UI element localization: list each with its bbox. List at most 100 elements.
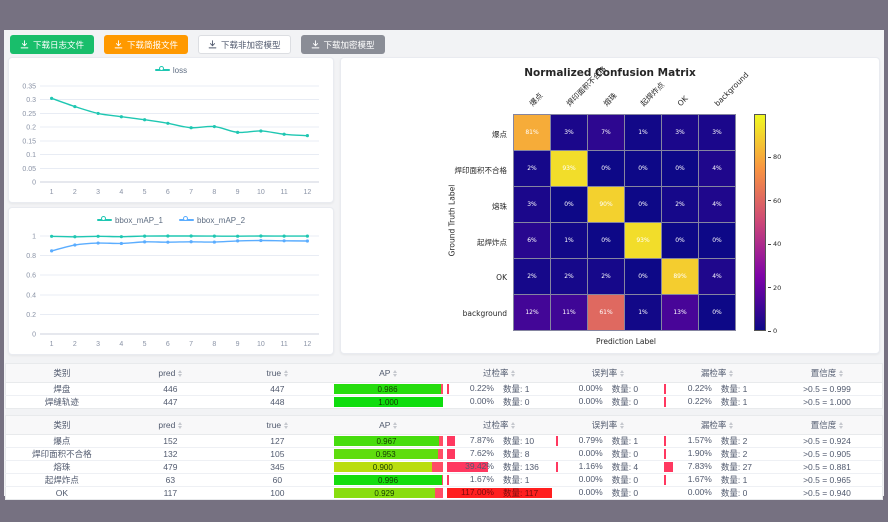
column-header-5[interactable]: 过检率: [445, 364, 554, 383]
rate-count: 数量: 1: [494, 474, 552, 486]
column-header-7[interactable]: 漏检率: [662, 416, 772, 435]
screen: { "toolbar": { "buttons": [ {"label": "下…: [0, 0, 888, 522]
confidence-cell: >0.5 = 0.924: [772, 435, 883, 448]
true-cell: 100: [223, 487, 332, 500]
column-title: 置信度: [811, 420, 837, 430]
matrix-cell: 89%: [662, 259, 698, 294]
sort-icon[interactable]: [511, 422, 515, 429]
column-header-6[interactable]: 误判率: [554, 416, 663, 435]
rate-count: 数量: 1: [603, 435, 661, 447]
sort-icon[interactable]: [393, 370, 397, 377]
matrix-row-label: 焊印面积不合格: [345, 165, 507, 176]
matrix-cell: 2%: [588, 259, 624, 294]
sort-icon[interactable]: [178, 422, 182, 429]
matrix-cell: 2%: [514, 151, 550, 186]
rate-count: 数量: 0: [712, 487, 770, 499]
column-title: 误判率: [592, 368, 618, 378]
column-header-3[interactable]: true: [223, 364, 332, 383]
misjudge-rate-cell: 0.00%数量: 0: [554, 396, 663, 409]
confidence-cell: >0.5 = 0.965: [772, 474, 883, 487]
map-chart-legend: bbox_mAP_1 bbox_mAP_2: [9, 214, 333, 226]
matrix-cell: 93%: [625, 223, 661, 258]
column-header-8[interactable]: 置信度: [772, 416, 883, 435]
column-header-4[interactable]: AP: [332, 364, 445, 383]
true-cell: 105: [223, 448, 332, 461]
column-header-3[interactable]: true: [223, 416, 332, 435]
metrics-table-2: 类别pred true AP 过检率 误判率漏检率 置信度爆点1521270.9677.8…: [5, 415, 883, 500]
column-header-7[interactable]: 漏检率: [662, 364, 772, 383]
rate-count: 数量: 0: [603, 487, 661, 499]
sort-icon[interactable]: [620, 422, 624, 429]
svg-text:0.25: 0.25: [22, 111, 36, 118]
misjudge-rate-cell: 0.00%数量: 0: [554, 448, 663, 461]
column-header-1: 类别: [6, 416, 118, 435]
sort-icon[interactable]: [284, 422, 288, 429]
svg-text:5: 5: [143, 189, 147, 196]
rate-percent: 7.83%: [664, 461, 712, 473]
matrix-cell: 4%: [699, 151, 735, 186]
column-title: true: [267, 420, 282, 430]
legend-item-bbox_mAP_1[interactable]: bbox_mAP_1: [97, 214, 163, 226]
ap-remainder-bar: [432, 462, 443, 472]
sort-icon[interactable]: [729, 422, 733, 429]
matrix-cell: 12%: [514, 295, 550, 330]
download-report-file-button[interactable]: 下载简报文件: [104, 35, 188, 54]
true-cell: 448: [223, 396, 332, 409]
confidence-cell: >0.5 = 0.999: [772, 383, 883, 396]
download-log-file-button[interactable]: 下载日志文件: [10, 35, 94, 54]
colorbar-tick: 0: [768, 327, 777, 335]
sort-icon[interactable]: [284, 370, 288, 377]
sort-icon[interactable]: [839, 370, 843, 377]
misscheck-rate-cell: 1.90%数量: 2: [662, 448, 772, 461]
legend-item-loss[interactable]: loss: [155, 64, 187, 76]
column-title: 置信度: [811, 368, 837, 378]
rate-percent: 0.22%: [664, 383, 712, 395]
button-label: 下载日志文件: [33, 39, 84, 51]
download-unencrypted-model-button[interactable]: 下载非加密模型: [198, 35, 291, 54]
rate-percent: 0.79%: [556, 435, 603, 447]
column-header-6[interactable]: 误判率: [554, 364, 663, 383]
rate-count: 数量: 0: [603, 383, 661, 395]
svg-text:5: 5: [143, 341, 147, 348]
misjudge-rate-cell: 1.16%数量: 4: [554, 461, 663, 474]
ap-bar: 0.986: [334, 384, 442, 394]
true-cell: 60: [223, 474, 332, 487]
download-icon: [114, 40, 123, 49]
legend-marker-icon: [155, 66, 170, 74]
table-row: 爆点1521270.9677.87%数量: 100.79%数量: 11.57%数…: [6, 435, 883, 448]
sort-icon[interactable]: [393, 422, 397, 429]
matrix-row-label: 爆点: [345, 129, 507, 140]
overcheck-rate-cell: 39.42%数量: 136: [445, 461, 554, 474]
matrix-xlabel: Prediction Label: [514, 337, 738, 346]
rate-count: 数量: 2: [712, 435, 770, 447]
sort-icon[interactable]: [620, 370, 624, 377]
column-header-8[interactable]: 置信度: [772, 364, 883, 383]
svg-text:0.05: 0.05: [22, 166, 36, 173]
button-label: 下载非加密模型: [221, 39, 281, 51]
svg-text:4: 4: [119, 341, 123, 348]
column-header-4[interactable]: AP: [332, 416, 445, 435]
sort-icon[interactable]: [511, 370, 515, 377]
legend-item-bbox_mAP_2[interactable]: bbox_mAP_2: [179, 214, 245, 226]
rate-count: 数量: 2: [712, 448, 770, 460]
sort-icon[interactable]: [178, 370, 182, 377]
column-header-2[interactable]: pred: [118, 416, 223, 435]
matrix-row-label: 熔珠: [345, 201, 507, 212]
sort-icon[interactable]: [729, 370, 733, 377]
column-title: 过检率: [483, 420, 509, 430]
svg-text:4: 4: [119, 189, 123, 196]
svg-text:9: 9: [236, 341, 240, 348]
download-encrypted-model-button[interactable]: 下载加密模型: [301, 35, 385, 54]
toolbar: 下载日志文件 下载简报文件 下载非加密模型 下载加密模型: [10, 35, 385, 54]
rate-percent: 1.67%: [447, 474, 494, 486]
svg-text:1: 1: [50, 341, 54, 348]
rate-count: 数量: 0: [603, 396, 661, 408]
column-header-2[interactable]: pred: [118, 364, 223, 383]
table-row: 熔珠4793450.90039.42%数量: 1361.16%数量: 47.83…: [6, 461, 883, 474]
sort-icon[interactable]: [839, 422, 843, 429]
ap-cell: 1.000: [332, 396, 445, 409]
legend-label: bbox_mAP_1: [115, 216, 163, 225]
column-header-5[interactable]: 过检率: [445, 416, 554, 435]
ap-bar: 0.900: [334, 462, 432, 472]
matrix-title: Normalized Confusion Matrix: [341, 67, 879, 79]
